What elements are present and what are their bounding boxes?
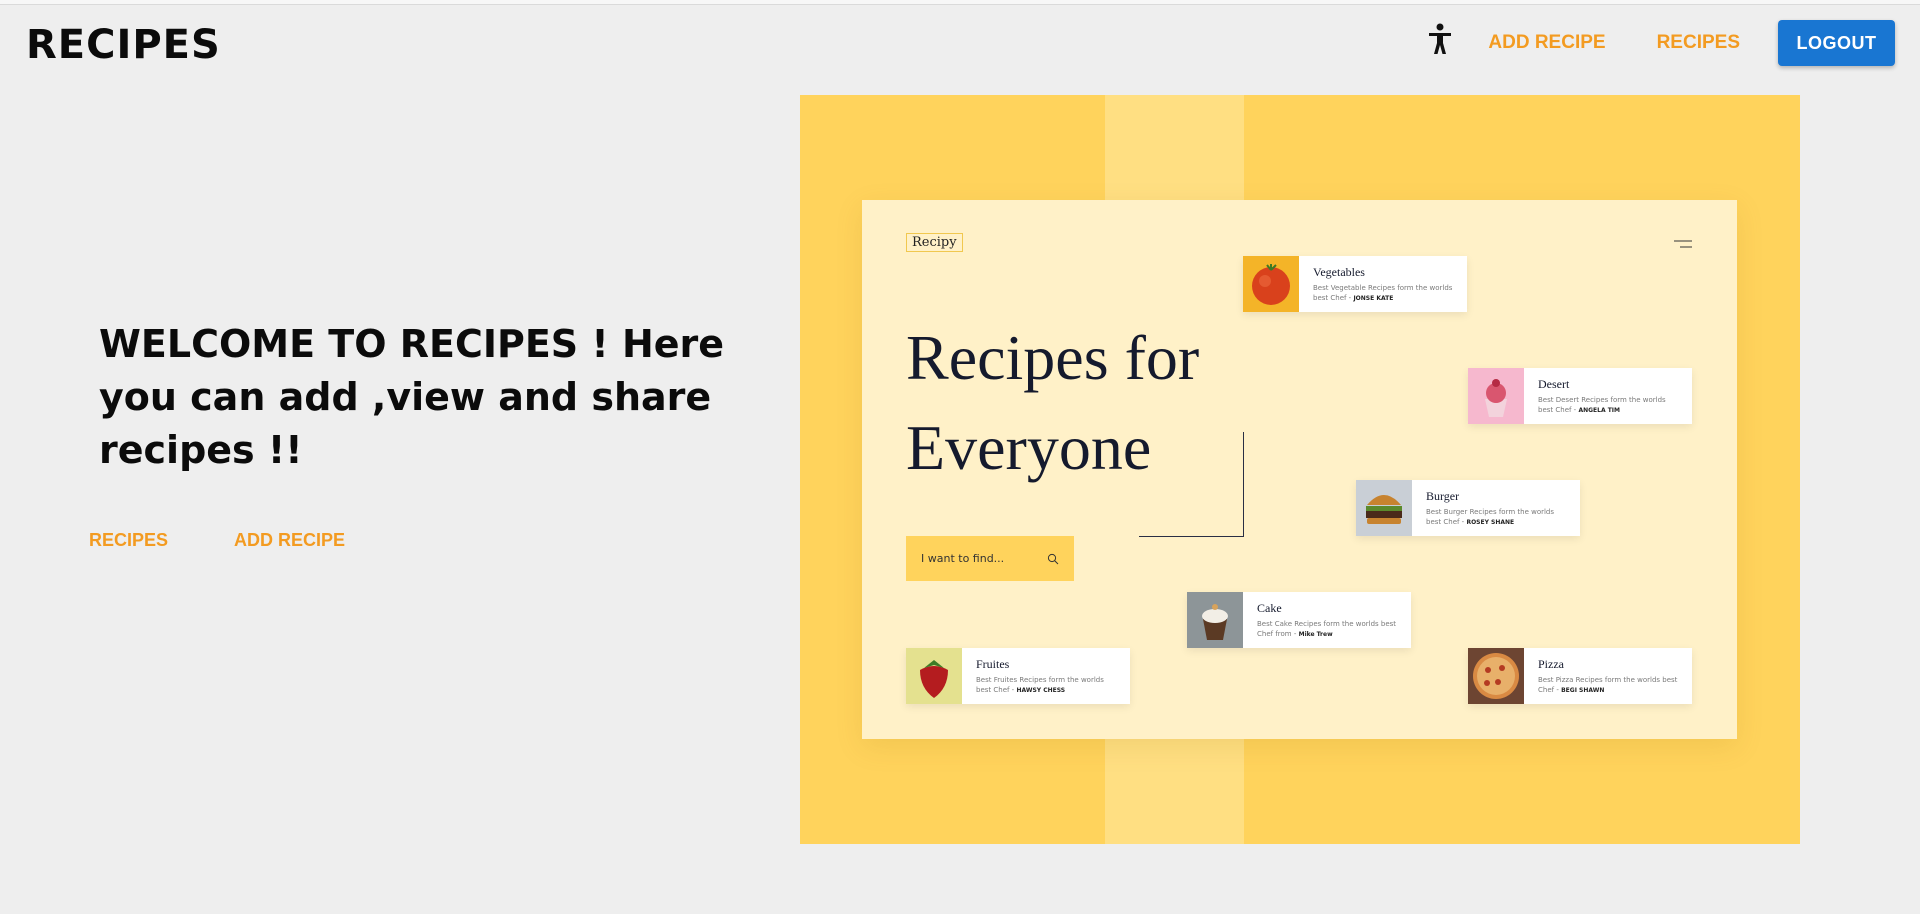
recipe-card-title: Desert [1538, 377, 1570, 391]
recipe-card-vegetables: Vegetables Best Vegetable Recipes form t… [1243, 256, 1467, 312]
recipe-card-pizza: Pizza Best Pizza Recipes form the worlds… [1468, 648, 1692, 704]
strawberry-icon [906, 648, 962, 704]
top-nav: ADD RECIPE RECIPES LOGOUT [1425, 20, 1895, 66]
recipe-card-title: Cake [1257, 601, 1282, 615]
recipe-card-desc: Best Desert Recipes form the worlds best… [1538, 396, 1666, 414]
illustration-search-box: I want to find... [906, 536, 1074, 581]
search-icon [1047, 553, 1059, 564]
hero-links: RECIPES ADD RECIPE [89, 530, 345, 551]
recipe-card-burger: Burger Best Burger Recipes form the worl… [1356, 480, 1580, 536]
hero-recipes-link[interactable]: RECIPES [89, 530, 168, 551]
recipe-card-title: Fruites [976, 657, 1010, 671]
accessibility-icon[interactable] [1425, 22, 1455, 56]
recipe-card-desc: Best Vegetable Recipes form the worlds b… [1313, 284, 1453, 302]
recipe-card-desert: Desert Best Desert Recipes form the worl… [1468, 368, 1692, 424]
nav-add-recipe-link[interactable]: ADD RECIPE [1488, 32, 1605, 54]
recipe-card-title: Vegetables [1313, 265, 1365, 279]
recipe-card-title: Pizza [1538, 657, 1564, 671]
recipe-card-desc: Best Burger Recipes form the worlds best… [1426, 508, 1555, 526]
welcome-heading: WELCOME TO RECIPES ! Here you can add ,v… [99, 322, 725, 472]
recipe-card-fruites: Fruites Best Fruites Recipes form the wo… [906, 648, 1130, 704]
tomato-icon [1243, 256, 1299, 312]
recipe-card-cake: Cake Best Cake Recipes form the worlds b… [1187, 592, 1411, 648]
pizza-icon [1468, 648, 1524, 704]
illustration-headline: Recipes for Everyone [906, 322, 1200, 483]
recipe-card-desc: Best Cake Recipes form the worlds best C… [1257, 620, 1397, 638]
recipy-logo: Recipy [906, 233, 963, 252]
brand-title[interactable]: RECIPES [26, 22, 221, 68]
recipe-card-desc: Best Fruites Recipes form the worlds bes… [976, 676, 1104, 694]
connector-line [1139, 536, 1244, 537]
cake-icon [1187, 592, 1243, 648]
recipe-card-desc: Best Pizza Recipes form the worlds best … [1538, 676, 1678, 694]
illustration-card: Recipy Recipes for Everyone I want to fi… [862, 200, 1737, 739]
search-placeholder: I want to find... [921, 552, 1005, 565]
logout-button[interactable]: LOGOUT [1778, 20, 1895, 66]
connector-line [1243, 432, 1244, 537]
burger-icon [1356, 480, 1412, 536]
hero-add-recipe-link[interactable]: ADD RECIPE [234, 530, 345, 551]
top-border [0, 0, 1920, 5]
recipe-card-title: Burger [1426, 489, 1460, 503]
hero-illustration: Recipy Recipes for Everyone I want to fi… [800, 95, 1800, 844]
cupcake-icon [1468, 368, 1524, 424]
hamburger-menu-icon [1674, 240, 1692, 248]
nav-recipes-link[interactable]: RECIPES [1657, 32, 1740, 54]
